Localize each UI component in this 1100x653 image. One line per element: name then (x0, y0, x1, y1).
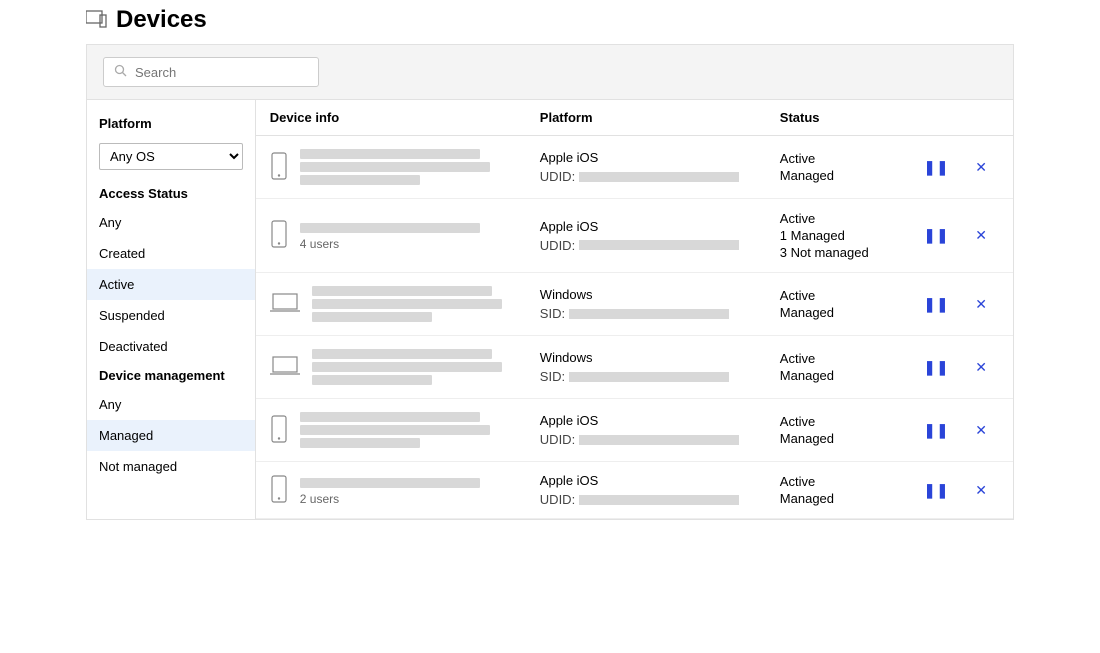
phone-icon (270, 415, 288, 446)
platform-name: Windows (540, 287, 780, 302)
search-bar (87, 45, 1013, 100)
table-row: Windows SID: ActiveManaged❚❚ ✕ (256, 273, 1013, 336)
table-row: 2 usersApple iOSUDID:ActiveManaged❚❚✕ (256, 462, 1013, 519)
id-label: UDID: (540, 492, 575, 507)
platform-name: Apple iOS (540, 473, 780, 488)
platform-name: Apple iOS (540, 219, 780, 234)
status-cell: ActiveManaged (780, 349, 924, 385)
phone-icon (270, 220, 288, 251)
platform-select[interactable]: Any OS (99, 143, 243, 170)
col-status: Status (780, 110, 924, 125)
table-row: 4 usersApple iOSUDID:Active1 Managed3 No… (256, 199, 1013, 273)
close-button[interactable]: ✕ (975, 482, 987, 499)
phone-icon (270, 152, 288, 183)
table-row: Apple iOS UDID: ActiveManaged❚❚ ✕ (256, 136, 1013, 199)
pause-button[interactable]: ❚❚ (924, 227, 949, 244)
filter-access-deactivated[interactable]: Deactivated (87, 331, 255, 362)
pause-button[interactable]: ❚❚ (924, 359, 949, 376)
pause-button[interactable]: ❚❚ (924, 422, 949, 439)
laptop-icon (270, 355, 300, 380)
platform-name: Apple iOS (540, 150, 780, 165)
status-cell: ActiveManaged (780, 412, 924, 448)
pause-button[interactable]: ❚❚ (924, 296, 949, 313)
platform-name: Windows (540, 350, 780, 365)
col-platform: Platform (540, 110, 780, 125)
id-label: UDID: (540, 169, 575, 184)
device-mgmt-label: Device management (87, 362, 255, 389)
page-title: Devices (116, 6, 207, 34)
status-cell: Active1 Managed3 Not managed (780, 209, 924, 262)
table-row: Windows SID: ActiveManaged❚❚ ✕ (256, 336, 1013, 399)
platform-label: Platform (87, 110, 255, 137)
id-label: SID: (540, 369, 565, 384)
devices-table: Device info Platform Status Apple iOS UDI… (256, 100, 1013, 519)
phone-icon (270, 475, 288, 506)
id-label: UDID: (540, 238, 575, 253)
search-box[interactable] (103, 57, 319, 87)
filter-access-any[interactable]: Any (87, 207, 255, 238)
status-cell: ActiveManaged (780, 286, 924, 322)
id-label: SID: (540, 306, 565, 321)
close-button[interactable]: ✕ (975, 359, 987, 376)
filter-mgmt-any[interactable]: Any (87, 389, 255, 420)
close-button[interactable]: ✕ (975, 159, 987, 176)
pause-button[interactable]: ❚❚ (924, 159, 949, 176)
table-row: Apple iOS UDID: ActiveManaged❚❚ ✕ (256, 399, 1013, 462)
search-input[interactable] (135, 65, 311, 80)
platform-name: Apple iOS (540, 413, 780, 428)
laptop-icon (270, 292, 300, 317)
status-cell: ActiveManaged (780, 149, 924, 185)
status-cell: ActiveManaged (780, 472, 924, 508)
pause-button[interactable]: ❚❚ (924, 482, 949, 499)
search-icon (114, 64, 127, 80)
close-button[interactable]: ✕ (975, 227, 987, 244)
filter-mgmt-managed[interactable]: Managed (87, 420, 255, 451)
access-status-label: Access Status (87, 180, 255, 207)
close-button[interactable]: ✕ (975, 422, 987, 439)
col-device-info: Device info (270, 110, 540, 125)
close-button[interactable]: ✕ (975, 296, 987, 313)
filter-sidebar: Platform Any OS Access Status AnyCreated… (87, 100, 256, 519)
id-label: UDID: (540, 432, 575, 447)
devices-icon (86, 9, 110, 32)
filter-mgmt-not-managed[interactable]: Not managed (87, 451, 255, 482)
filter-access-created[interactable]: Created (87, 238, 255, 269)
filter-access-active[interactable]: Active (87, 269, 255, 300)
filter-access-suspended[interactable]: Suspended (87, 300, 255, 331)
